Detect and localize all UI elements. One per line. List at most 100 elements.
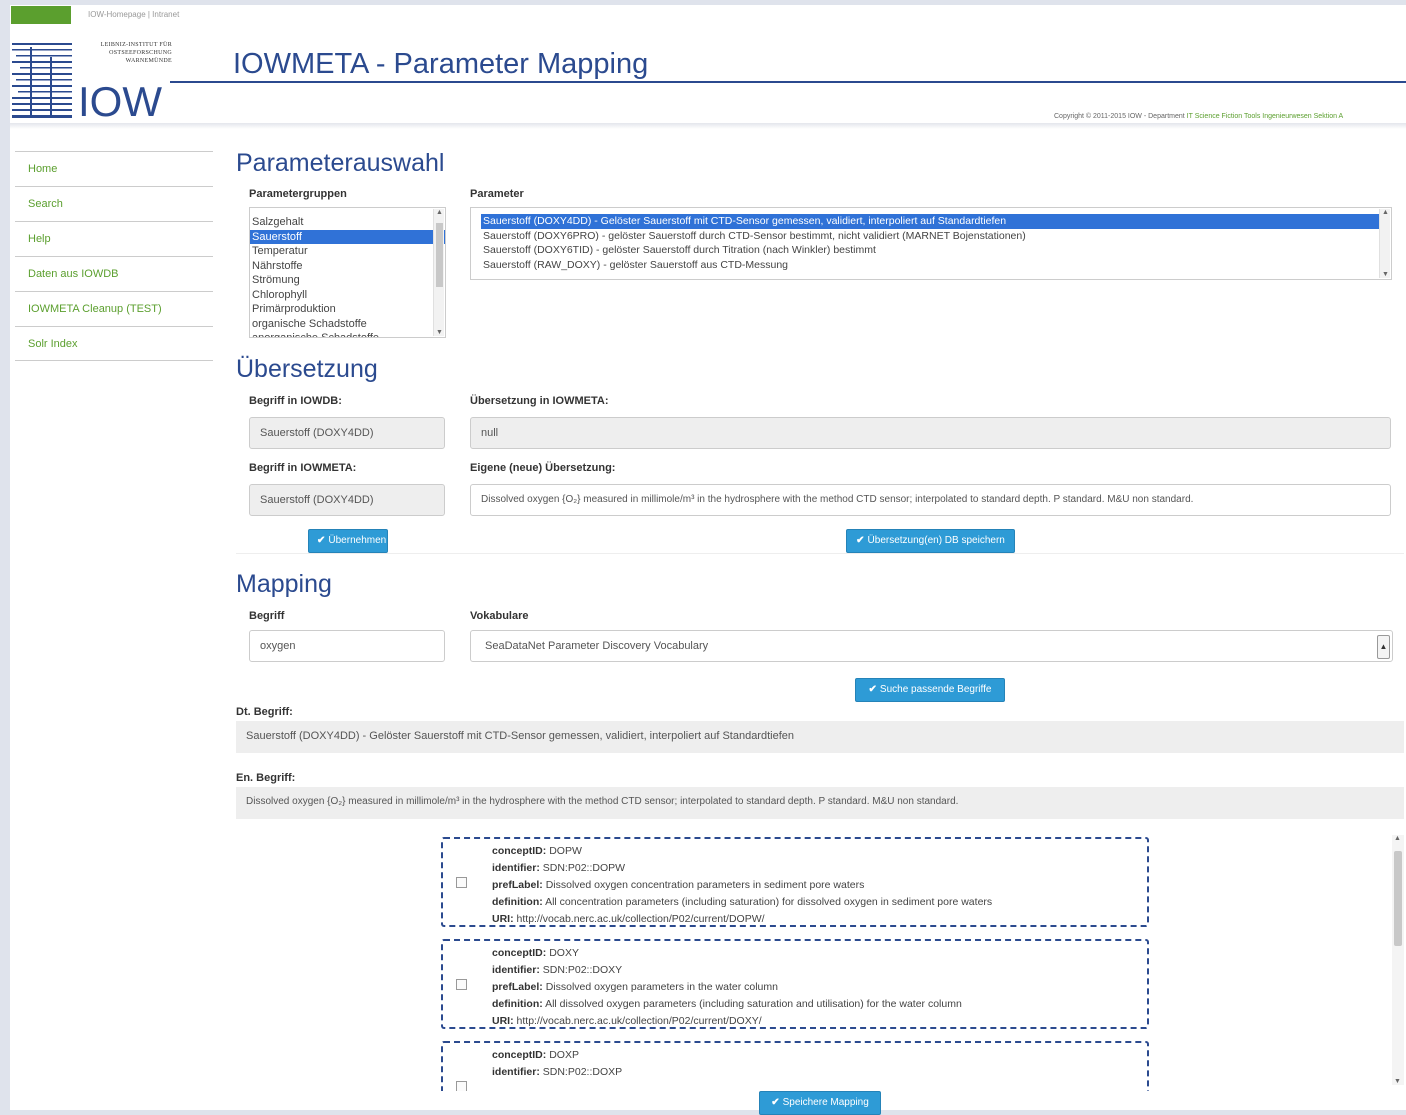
uebersetzung-iowmeta-field[interactable]: null — [470, 417, 1391, 449]
mapping-begriff-label: Begriff — [249, 610, 285, 622]
header-rule — [170, 81, 1406, 83]
logo-institute-name: LEIBNIZ-INSTITUT FÜR OSTSEEFORSCHUNG WAR… — [100, 42, 172, 64]
page: IOW-Homepage | Intranet IOW LEIBNIZ-INST… — [10, 5, 1406, 1115]
parametergruppen-listbox[interactable]: Salzgehalt Sauerstoff Temperatur Nährstoffe… — [249, 207, 446, 338]
de-begriff-value: Sauerstoff (DOXY4DD) - Gelöster Sauersto… — [236, 721, 1404, 753]
parametergruppen-scrollbar[interactable]: ▲ ▼ — [433, 209, 444, 336]
scroll-down-icon[interactable]: ▼ — [1382, 271, 1389, 278]
suche-passende-begriffe-button[interactable]: ✔ Suche passende Begriffe — [855, 678, 1005, 702]
header-shadow — [10, 123, 1406, 129]
sidebar-item-daten-aus-iowdb[interactable]: Daten aus IOWDB — [15, 256, 213, 291]
en-begriff-value: Dissolved oxygen {O₂} measured in millim… — [236, 787, 1404, 819]
sidebar-item-solr-index[interactable]: Solr Index — [15, 326, 213, 361]
mapping-result-checkbox[interactable] — [456, 1081, 467, 1091]
begriff-iowdb-label: Begriff in IOWDB: — [249, 395, 342, 407]
parametergruppe-option[interactable]: Sauerstoff — [250, 229, 445, 244]
mapping-results-list: conceptID: DOPWidentifier: SDN:P02::DOPW… — [441, 837, 1406, 1091]
mapping-result-checkbox[interactable] — [456, 979, 467, 990]
result-field-value: All concentration parameters (including … — [545, 896, 993, 908]
copyright-links[interactable]: IT Science Fiction Tools Ingenieurwesen … — [1187, 113, 1344, 120]
result-field-value[interactable]: http://vocab.nerc.ac.uk/collection/P02/c… — [517, 913, 765, 925]
de-begriff-label: Dt. Begriff: — [236, 706, 293, 718]
result-field-value: Dissolved oxygen concentration parameter… — [545, 879, 865, 891]
result-field-value: SDN:P02::DOPW — [542, 862, 626, 874]
result-field-value: SDN:P02::DOXY — [542, 964, 623, 976]
begriff-iowmeta-label: Begriff in IOWMETA: — [249, 462, 357, 474]
result-field-label: prefLabel: — [492, 981, 543, 993]
mapping-result-card: conceptID: DOXY identifier: SDN:P02::DOXY… — [441, 939, 1149, 1029]
result-field-label: conceptID: — [492, 1049, 547, 1061]
result-field-value: SDN:P02::DOXP — [542, 1066, 623, 1078]
result-field-label: definition: — [492, 998, 543, 1010]
sidebar-item-help[interactable]: Help — [15, 221, 213, 256]
eigene-uebersetzung-label: Eigene (neue) Übersetzung: — [470, 462, 616, 474]
result-field-value: DOPW — [549, 845, 582, 857]
vokabulare-select[interactable]: SeaDataNet Parameter Discovery Vocabular… — [470, 630, 1393, 662]
brand-color-block — [11, 6, 71, 24]
result-field-label: conceptID: — [492, 947, 547, 959]
parametergruppe-option[interactable]: Chlorophyll — [250, 288, 445, 303]
uebersetzung-iowmeta-label: Übersetzung in IOWMETA: — [470, 395, 609, 407]
eigene-uebersetzung-input[interactable]: Dissolved oxygen {O₂} measured in millim… — [470, 484, 1391, 516]
parametergruppe-option[interactable]: Nährstoffe — [250, 259, 445, 274]
scroll-down-icon[interactable]: ▼ — [436, 329, 443, 336]
scroll-up-icon[interactable]: ▲ — [1382, 209, 1389, 216]
sidebar-item-search[interactable]: Search — [15, 186, 213, 221]
parametergruppe-option[interactable]: Temperatur — [250, 244, 445, 259]
parameter-option[interactable]: Sauerstoff (RAW_DOXY) - gelöster Sauerst… — [481, 258, 1383, 273]
scroll-down-icon[interactable]: ▼ — [1394, 1078, 1401, 1085]
parametergruppen-label: Parametergruppen — [249, 188, 347, 200]
sidebar-item-iowmeta-cleanup[interactable]: IOWMETA Cleanup (TEST) — [15, 291, 213, 326]
sidebar: Home Search Help Daten aus IOWDB IOWMETA… — [15, 151, 213, 361]
section-heading-mapping: Mapping — [236, 570, 332, 598]
parametergruppe-option[interactable]: Strömung — [250, 273, 445, 288]
checkmark-icon: ✔ — [317, 535, 326, 546]
checkmark-icon: ✔ — [856, 535, 865, 546]
parameter-label: Parameter — [470, 188, 524, 200]
result-field-value: All dissolved oxygen parameters (includi… — [545, 998, 962, 1010]
parameter-listbox[interactable]: Sauerstoff (DOXY4DD) - Gelöster Sauersto… — [470, 207, 1392, 280]
result-field-value: DOXP — [549, 1049, 579, 1061]
result-field-value: Dissolved oxygen parameters in the water… — [545, 981, 778, 993]
parameter-scrollbar[interactable]: ▲ ▼ — [1379, 209, 1390, 278]
results-scrollbar[interactable]: ▲ ▼ — [1392, 835, 1404, 1085]
checkmark-icon: ✔ — [868, 684, 877, 695]
begriff-iowmeta-field[interactable]: Sauerstoff (DOXY4DD) — [249, 484, 445, 516]
section-heading-uebersetzung: Übersetzung — [236, 355, 378, 383]
speichere-mapping-button[interactable]: ✔ Speichere Mapping — [759, 1091, 881, 1115]
result-field-label: definition: — [492, 896, 543, 908]
mapping-begriff-input[interactable]: oxygen — [249, 630, 445, 662]
iow-homepage-link[interactable]: IOW-Homepage | Intranet — [88, 10, 179, 19]
result-field-label: prefLabel: — [492, 879, 543, 891]
page-title: IOWMETA - Parameter Mapping — [233, 48, 649, 80]
parameter-option[interactable]: Sauerstoff (DOXY6TID) - gelöster Sauerst… — [481, 243, 1383, 258]
parametergruppe-option[interactable]: anorganische Schadstoffe — [250, 331, 445, 337]
result-field-label: URI: — [492, 913, 514, 925]
begriff-iowdb-field[interactable]: Sauerstoff (DOXY4DD) — [249, 417, 445, 449]
sidebar-item-home[interactable]: Home — [15, 151, 213, 186]
parameter-option[interactable]: Sauerstoff (DOXY4DD) - Gelöster Sauersto… — [481, 214, 1383, 229]
result-field-value[interactable]: http://vocab.nerc.ac.uk/collection/P02/c… — [517, 1015, 762, 1027]
divider — [236, 553, 1404, 554]
mapping-result-card: conceptID: DOXPidentifier: SDN:P02::DOXP — [441, 1041, 1149, 1091]
section-heading-parameterauswahl: Parameterauswahl — [236, 149, 445, 177]
parametergruppe-option[interactable]: Salzgehalt — [250, 215, 445, 230]
result-field-label: identifier: — [492, 964, 540, 976]
uebersetzung-speichern-button[interactable]: ✔ Übersetzung(en) DB speichern — [846, 529, 1015, 553]
dropdown-arrow-icon[interactable]: ▲ — [1377, 635, 1390, 659]
scroll-up-icon[interactable]: ▲ — [436, 209, 443, 216]
uebernehmen-button[interactable]: ✔ Übernehmen — [308, 529, 388, 553]
result-field-label: identifier: — [492, 862, 540, 874]
mapping-result-checkbox[interactable] — [456, 877, 467, 888]
parameter-option[interactable]: Sauerstoff (DOXY6PRO) - gelöster Sauerst… — [481, 229, 1383, 244]
result-field-label: conceptID: — [492, 845, 547, 857]
en-begriff-label: En. Begriff: — [236, 772, 296, 784]
top-bar: IOW-Homepage | Intranet — [10, 5, 1406, 27]
parametergruppe-option[interactable]: Primärproduktion — [250, 302, 445, 317]
result-field-label: URI: — [492, 1015, 514, 1027]
result-field-label: identifier: — [492, 1066, 540, 1078]
scroll-up-icon[interactable]: ▲ — [1394, 835, 1401, 842]
logo-wordmark: IOW — [78, 78, 162, 121]
copyright-text: Copyright © 2011-2015 IOW - Department I… — [1054, 113, 1344, 120]
parametergruppe-option[interactable]: organische Schadstoffe — [250, 317, 445, 332]
